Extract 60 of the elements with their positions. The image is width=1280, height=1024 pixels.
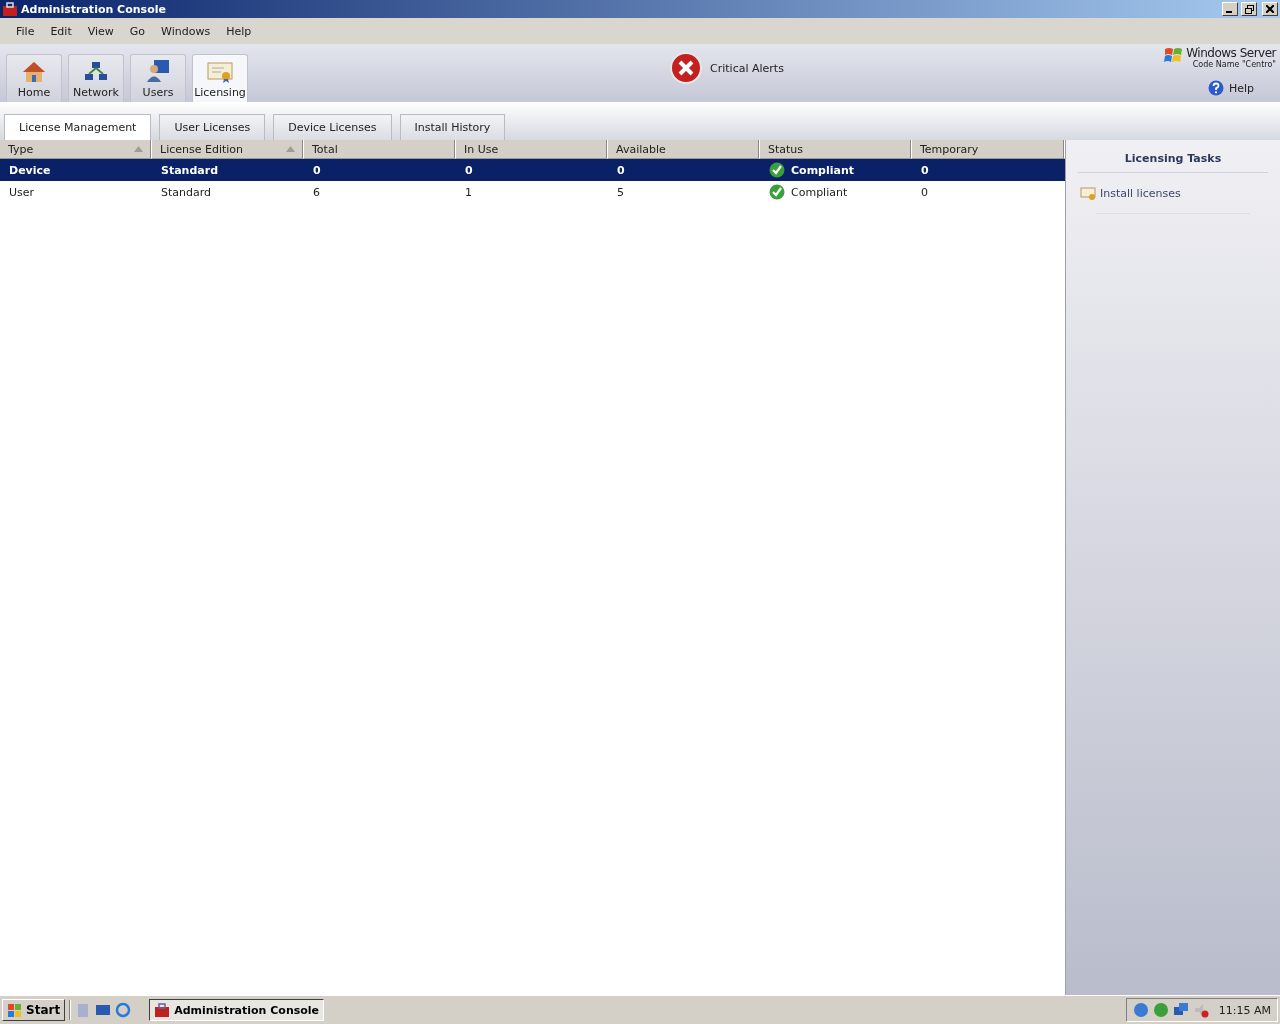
nav-tab[interactable]: Users xyxy=(130,54,186,102)
column-header[interactable]: License Edition xyxy=(152,140,304,159)
speaker-muted-icon xyxy=(1192,1002,1209,1018)
logo-subtitle: Code Name "Centro" xyxy=(1192,60,1276,69)
monitor-icon xyxy=(95,1002,112,1018)
tab[interactable]: Device Licenses xyxy=(273,114,392,140)
status-text: Compliant xyxy=(791,163,855,177)
flag-logo-icon xyxy=(7,1002,23,1018)
nav-tab[interactable]: Home xyxy=(6,54,62,102)
task-link[interactable]: Install licenses xyxy=(1080,185,1280,201)
check-icon xyxy=(769,162,785,178)
menu-item[interactable]: Go xyxy=(121,24,154,38)
menu-item[interactable]: Help xyxy=(218,24,260,38)
house-icon xyxy=(22,61,46,83)
help-icon xyxy=(1207,80,1224,96)
certificate-icon xyxy=(207,61,233,83)
close-button[interactable] xyxy=(1262,2,1278,16)
menu-item[interactable]: Edit xyxy=(42,24,80,38)
start-button[interactable]: Start xyxy=(2,999,66,1021)
flag-logo-icon xyxy=(1164,46,1185,64)
panel-title: Licensing Tasks xyxy=(1078,144,1268,173)
network-icon xyxy=(84,61,108,83)
restore-icon xyxy=(1244,4,1254,14)
tab[interactable]: User Licenses xyxy=(159,114,266,140)
certificate-icon xyxy=(1080,185,1096,201)
error-icon xyxy=(670,52,702,84)
network-icon xyxy=(1172,1002,1189,1018)
restore-button[interactable] xyxy=(1241,2,1257,16)
menu-item[interactable]: File xyxy=(8,24,43,38)
logo-text: Windows Server xyxy=(1186,46,1276,60)
column-header[interactable]: Status xyxy=(760,140,912,159)
column-header[interactable]: Available xyxy=(608,140,760,159)
table-cell: 0 xyxy=(456,159,608,181)
close-icon xyxy=(1266,5,1274,13)
column-header[interactable]: In Use xyxy=(456,140,608,159)
check-icon xyxy=(769,184,785,200)
table-cell: Device xyxy=(0,159,152,181)
status-text: Compliant xyxy=(791,185,848,199)
user-computer-icon xyxy=(146,59,170,83)
nav-tab[interactable]: Licensing xyxy=(192,54,248,102)
toolbox-icon xyxy=(2,1,18,17)
column-header[interactable]: Type xyxy=(0,140,152,159)
table-cell: 0 xyxy=(608,159,760,181)
alert-label[interactable]: Critical Alerts xyxy=(710,61,784,75)
toolbox-icon xyxy=(154,1002,171,1018)
window-title: Administration Console xyxy=(21,2,167,16)
table-cell: Standard xyxy=(152,159,304,181)
clock: 11:15 AM xyxy=(1218,1003,1271,1017)
table-cell: 0 xyxy=(304,159,456,181)
tab[interactable]: License Management xyxy=(4,114,152,140)
tab[interactable]: Install History xyxy=(399,114,506,140)
column-header[interactable]: Temporary xyxy=(912,140,1065,159)
menu-item[interactable]: View xyxy=(79,24,122,38)
menu-item[interactable]: Windows xyxy=(153,24,219,38)
help-link[interactable]: Help xyxy=(1207,80,1254,96)
taskbar-window[interactable]: Administration Console xyxy=(149,999,325,1021)
minimize-button[interactable] xyxy=(1222,2,1238,16)
column-header[interactable]: Total xyxy=(304,140,456,159)
nav-tab[interactable]: Network xyxy=(68,54,124,102)
table-cell: 0 xyxy=(912,159,1065,181)
